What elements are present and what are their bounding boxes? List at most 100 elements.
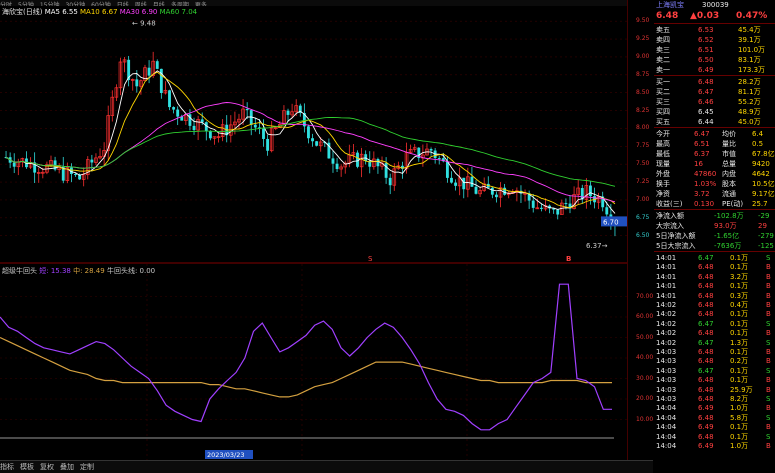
stat-label: 内盘: [722, 170, 736, 178]
quote-row: 买二 6.47 81.1万: [654, 87, 775, 97]
quote-row: 现量 16 总量 9420: [654, 159, 775, 169]
candle-body: [168, 90, 171, 108]
ask-volume: 39.1万: [738, 36, 761, 44]
candle-body: [253, 124, 257, 128]
candle-body: [470, 176, 474, 187]
candle-body: [388, 177, 392, 186]
indicator-legend-item: 中: 28.49: [73, 267, 107, 275]
flow-extra: -29: [758, 212, 770, 220]
stat-label: 换手: [656, 180, 670, 188]
flow-value: 93.0万: [714, 222, 737, 230]
stat-label: 市值: [722, 150, 736, 158]
ask-label: 卖四: [656, 36, 670, 44]
tick-side: B: [766, 442, 771, 450]
bid-label: 买一: [656, 78, 670, 86]
flow-label: 5日净流入额: [656, 232, 696, 240]
price-axis-label: 8.00: [636, 124, 650, 132]
ma-legend: 海欣宝(日线) MA5 6.55 MA10 6.67 MA30 6.90 MA6…: [2, 7, 197, 17]
separator: [654, 209, 775, 210]
candle-body: [356, 152, 359, 167]
price-axis: 9.50 9.25 9.00 8.75 8.50 8.25 8.00 7.75 7.50 7.25…: [627, 0, 654, 460]
stat-label: 量比: [722, 140, 736, 148]
stat-label: 流通: [722, 190, 736, 198]
stock-name: 上海凯宝: [656, 1, 684, 9]
bid-price: 6.44: [698, 118, 714, 126]
stat-value: 6.51: [694, 140, 710, 148]
candle-body: [605, 207, 609, 215]
candle-body: [135, 79, 139, 87]
indicator-toolbar: 指标 模板 复权 叠加 定制: [0, 460, 653, 473]
toolbar-item-0[interactable]: 指标: [0, 461, 14, 473]
candle-body: [12, 162, 16, 167]
toolbar-item-3[interactable]: 叠加: [60, 461, 74, 473]
candle-body: [437, 158, 441, 160]
quote-row: 6.48 ▲0.03 0.47%: [654, 11, 775, 21]
price-axis-label: 9.50: [636, 17, 650, 25]
bid-volume: 28.2万: [738, 78, 761, 86]
bid-label: 买五: [656, 118, 670, 126]
candle-body: [589, 185, 592, 197]
ask-price: 6.53: [698, 26, 714, 34]
price-axis-label: 6.50: [636, 231, 650, 239]
ask-price: 6.50: [698, 56, 714, 64]
indicator-axis-label: 40.00: [636, 354, 654, 361]
bid-price: 6.48: [698, 78, 714, 86]
ask-price: 6.51: [698, 46, 714, 54]
candle-body: [155, 61, 159, 69]
stat-value: 0.130: [694, 200, 715, 208]
flow-extra: -125: [758, 242, 774, 250]
candle-body: [474, 186, 478, 194]
price-axis-label: 7.00: [636, 195, 650, 203]
candle-body: [429, 149, 433, 151]
stat-value: 25.7: [752, 200, 768, 208]
price-axis-label: 8.75: [636, 70, 650, 78]
candle-body: [445, 161, 449, 178]
bid-price: 6.46: [698, 98, 714, 106]
quote-row: 收益(三) 0.130 PE(动) 25.7: [654, 199, 775, 209]
separator: [654, 127, 775, 128]
ask-label: 卖一: [656, 66, 670, 74]
indicator-legend-item: 超级牛回头: [2, 267, 40, 275]
quote-row: 最低 6.37 市值 67.8亿: [654, 149, 775, 159]
bid-volume: 45.0万: [738, 118, 761, 126]
quote-row: 大宗流入 93.0万 29: [654, 221, 775, 231]
candle-body: [331, 158, 335, 164]
ma-legend-item: MA10 6.67: [77, 8, 118, 16]
candle-body: [172, 107, 176, 110]
kline-chart[interactable]: ← 9.48 6.37→ B S 6.70: [0, 6, 627, 264]
indicator-legend: 超级牛回头 短: 15.38 中: 28.49 牛回头线: 0.00: [2, 266, 155, 276]
stat-value: 4642: [752, 170, 770, 178]
candle-body: [245, 108, 249, 111]
toolbar-item-1[interactable]: 模板: [20, 461, 34, 473]
quote-row: 净资 3.72 流通 9.17亿: [654, 189, 775, 199]
stat-label: 最低: [656, 150, 670, 158]
candle-body: [208, 130, 212, 139]
candle-body: [311, 138, 314, 142]
sell-marker: S: [368, 255, 373, 263]
quote-row: 买四 6.45 48.9万: [654, 107, 775, 117]
indicator-axis-label: 10.00: [636, 415, 654, 423]
indicator-axis-label: 50.00: [636, 333, 654, 341]
indicator-bg: [0, 264, 627, 460]
buy-marker: B: [566, 255, 571, 263]
quote-row: 外盘 47860 内盘 4642: [654, 169, 775, 179]
candle-body: [556, 209, 560, 215]
flow-value: -1.65亿: [714, 232, 740, 240]
indicator-chart[interactable]: 70.0060.0050.0040.0030.0020.0010.002023/…: [0, 264, 627, 460]
stat-label: 收益(三): [656, 200, 683, 208]
ask-label: 卖三: [656, 46, 670, 54]
candle-body: [531, 200, 535, 208]
price-axis-label: 9.25: [636, 35, 650, 43]
stat-value: 0.5: [752, 140, 764, 148]
ask-volume: 83.1万: [738, 56, 761, 64]
price-axis-label: 7.75: [636, 142, 650, 150]
candle-body: [462, 177, 466, 190]
ma-legend-item: MA30 6.90: [117, 8, 158, 16]
toolbar-item-4[interactable]: 定制: [80, 461, 94, 473]
quote-row: 5日净流入额 -1.65亿 -279: [654, 231, 775, 241]
stat-label: 外盘: [656, 170, 670, 178]
separator: [654, 23, 775, 24]
price-axis-label: 9.00: [636, 52, 650, 60]
stat-value: 9420: [752, 160, 770, 168]
toolbar-item-2[interactable]: 复权: [40, 461, 54, 473]
